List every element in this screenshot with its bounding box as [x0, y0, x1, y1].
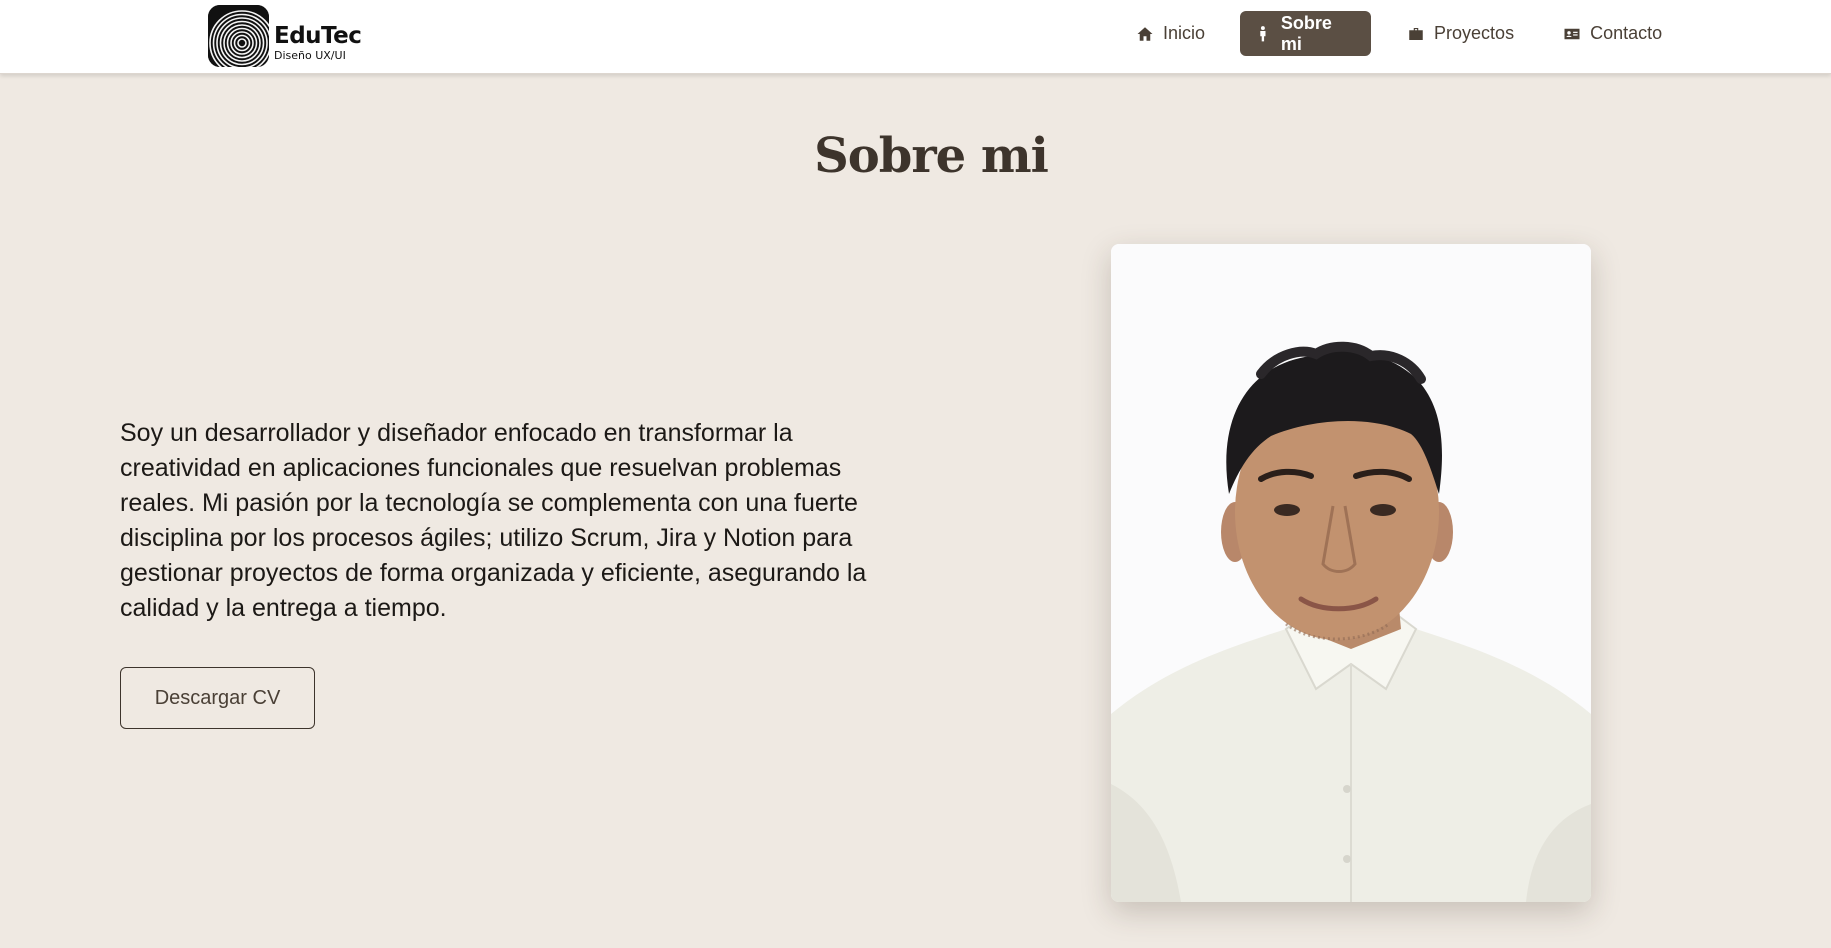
briefcase-icon — [1409, 27, 1423, 40]
main-nav: Inicio Sobre mi Proyectos Contacto — [1122, 11, 1831, 56]
profile-photo — [1111, 244, 1591, 902]
navbar: EduTec Diseño UX/UI Inicio Sobre mi Proy… — [0, 0, 1831, 74]
nav-label: Sobre mi — [1280, 12, 1332, 54]
nav-label: Contacto — [1590, 23, 1663, 43]
nav-item-inicio[interactable]: Inicio — [1122, 11, 1219, 56]
person-icon — [1260, 25, 1266, 41]
home-icon — [1137, 26, 1153, 41]
nav-item-contacto[interactable]: Contacto — [1549, 11, 1676, 56]
brand-tagline: Diseño UX/UI — [274, 49, 346, 62]
brand[interactable]: EduTec Diseño UX/UI — [208, 5, 362, 67]
nav-label: Proyectos — [1434, 23, 1515, 43]
nav-item-proyectos[interactable]: Proyectos — [1393, 11, 1528, 56]
contact-card-icon — [1564, 28, 1580, 39]
bio-text: Soy un desarrollador y diseñador enfocad… — [120, 419, 867, 622]
nav-item-sobre-mi[interactable]: Sobre mi — [1240, 11, 1372, 56]
fingerprint-logo-icon — [208, 5, 269, 67]
page-title: Sobre mi — [814, 128, 1049, 184]
nav-label: Inicio — [1163, 23, 1206, 43]
brand-name: EduTec — [274, 23, 362, 49]
download-cv-button[interactable]: Descargar CV — [120, 667, 315, 729]
